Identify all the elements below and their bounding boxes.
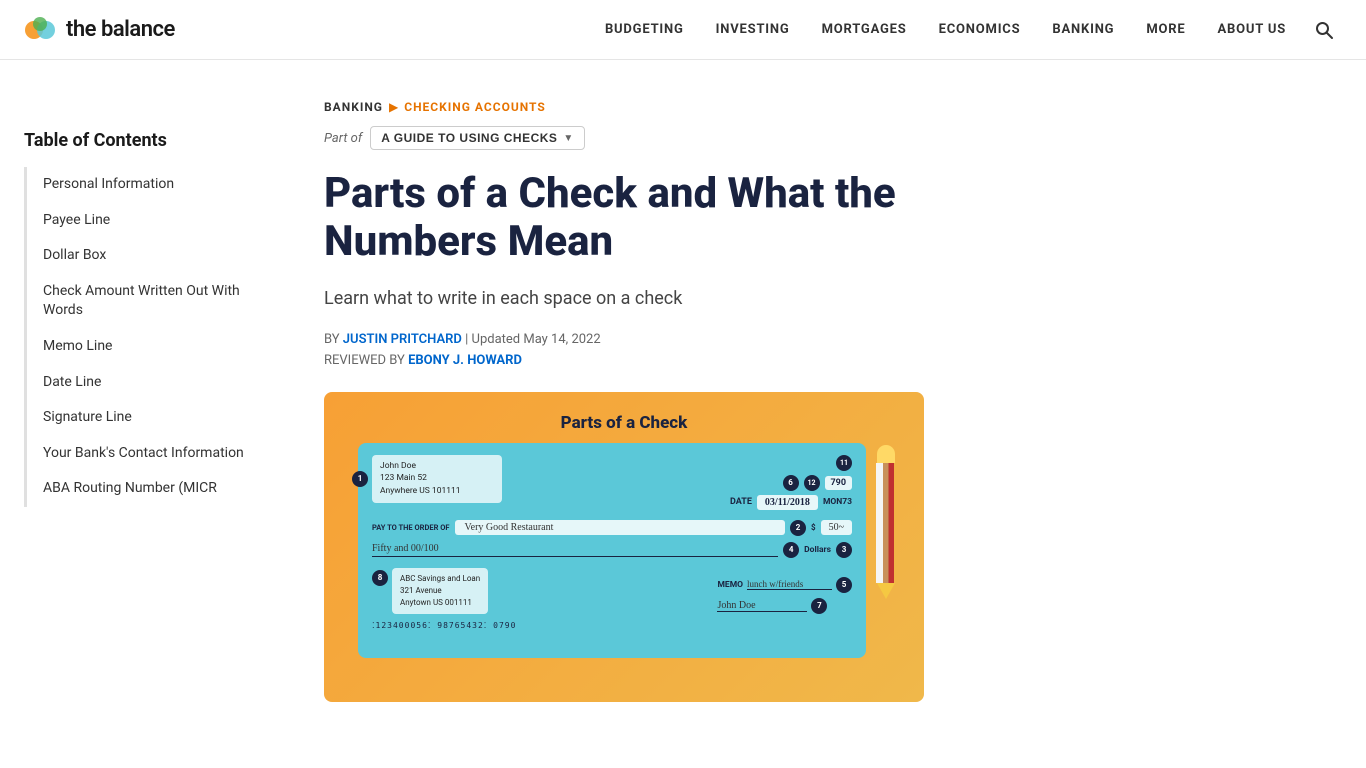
check-num-5: 5: [836, 577, 852, 593]
byline: BY JUSTIN PRITCHARD | Updated May 14, 20…: [324, 332, 984, 347]
toc-item-amount-words[interactable]: Check Amount Written Out With Words: [27, 274, 252, 329]
site-logo[interactable]: the balance: [24, 14, 175, 46]
toc-link-date[interactable]: Date Line: [43, 373, 252, 393]
reviewed-by-label: REVIEWED BY: [324, 353, 405, 368]
check-words-value: Fifty and 00/100: [372, 543, 778, 557]
nav-banking[interactable]: BANKING: [1040, 14, 1126, 45]
nav-about-us[interactable]: ABOUT US: [1206, 14, 1298, 45]
toc-link-aba[interactable]: ABA Routing Number (MICR: [43, 479, 252, 499]
breadcrumb-checking[interactable]: CHECKING ACCOUNTS: [404, 100, 546, 114]
sidebar: Table of Contents Personal Information P…: [24, 100, 284, 702]
check-payto-value: Very Good Restaurant: [455, 520, 785, 535]
toc-title: Table of Contents: [24, 130, 252, 151]
toc-item-dollar[interactable]: Dollar Box: [27, 238, 252, 274]
by-label: BY: [324, 332, 343, 347]
part-of-guide-button[interactable]: A GUIDE TO USING CHECKS ▼: [370, 126, 585, 150]
article-image: Parts of a Check 1 John Do: [324, 392, 924, 702]
breadcrumb-arrow-icon: ▶: [389, 100, 398, 114]
check-memo-value: lunch w/friends: [747, 579, 832, 590]
reviewer-link[interactable]: EBONY J. HOWARD: [408, 353, 522, 368]
check-number-box: 790: [825, 476, 853, 490]
check-num-4: 4: [783, 542, 799, 558]
check-title: Parts of a Check: [561, 413, 688, 433]
check-dollar-amount: 50~: [821, 520, 852, 535]
toc-item-aba[interactable]: ABA Routing Number (MICR: [27, 471, 252, 507]
nav-mortgages[interactable]: MORTGAGES: [810, 14, 919, 45]
toc-item-payee[interactable]: Payee Line: [27, 203, 252, 239]
check-num-1: 1: [352, 471, 368, 487]
part-of-label: Part of: [324, 131, 362, 146]
breadcrumb: BANKING ▶ CHECKING ACCOUNTS: [324, 100, 984, 114]
toc-list: Personal Information Payee Line Dollar B…: [24, 167, 252, 507]
part-of-row: Part of A GUIDE TO USING CHECKS ▼: [324, 126, 984, 150]
toc-item-bank-contact[interactable]: Your Bank's Contact Information: [27, 436, 252, 472]
pencil-decoration: [876, 445, 896, 620]
chevron-down-icon: ▼: [563, 133, 573, 144]
toc-item-personal[interactable]: Personal Information: [27, 167, 252, 203]
toc-link-personal[interactable]: Personal Information: [43, 175, 252, 195]
article-subtitle: Learn what to write in each space on a c…: [324, 285, 984, 312]
check-address-name: John Doe: [380, 460, 494, 473]
search-icon: [1314, 20, 1334, 40]
check-num-2: 2: [790, 520, 806, 536]
check-memo-label: MEMO: [717, 580, 743, 590]
search-button[interactable]: [1306, 12, 1342, 48]
toc-link-payee[interactable]: Payee Line: [43, 211, 252, 231]
reviewed-by: REVIEWED BY EBONY J. HOWARD: [324, 353, 984, 368]
main-nav: BUDGETING INVESTING MORTGAGES ECONOMICS …: [593, 12, 1342, 48]
site-header: the balance BUDGETING INVESTING MORTGAGE…: [0, 0, 1366, 60]
toc-item-memo[interactable]: Memo Line: [27, 329, 252, 365]
check-bank-name: ABC Savings and Loan: [400, 573, 480, 585]
check-num-6: 6: [783, 475, 799, 491]
check-num-3: 3: [836, 542, 852, 558]
article-main: BANKING ▶ CHECKING ACCOUNTS Part of A GU…: [284, 100, 984, 702]
breadcrumb-banking[interactable]: BANKING: [324, 100, 383, 114]
check-bank-street: 321 Avenue: [400, 585, 480, 597]
site-name: the balance: [66, 17, 175, 42]
check-bank-info: ABC Savings and Loan 321 Avenue Anytown …: [392, 568, 488, 614]
check-num-8: 8: [372, 570, 388, 586]
check-sig-value: John Doe: [717, 600, 807, 612]
toc-item-signature[interactable]: Signature Line: [27, 400, 252, 436]
nav-economics[interactable]: ECONOMICS: [927, 14, 1033, 45]
page-container: Table of Contents Personal Information P…: [0, 60, 1366, 702]
check-dollar-sym: $: [811, 523, 816, 532]
logo-icon: [24, 14, 56, 46]
toc-link-dollar[interactable]: Dollar Box: [43, 246, 252, 266]
check-routing-row: ⁚123400056⁚ 98765432⁚ 0790: [372, 621, 852, 630]
check-date-value: 03/11/2018: [757, 495, 818, 510]
updated-date: Updated May 14, 2022: [472, 332, 601, 347]
nav-more[interactable]: MORE: [1134, 14, 1197, 45]
toc-link-memo[interactable]: Memo Line: [43, 337, 252, 357]
part-of-guide-text: A GUIDE TO USING CHECKS: [381, 131, 557, 145]
check-bank-city: Anytown US 001111: [400, 597, 480, 609]
article-title: Parts of a Check and What the Numbers Me…: [324, 170, 924, 267]
check-payto-label: PAY TO THE ORDER OF: [372, 523, 450, 533]
check-address-box: John Doe 123 Main 52 Anywhere US 101111: [372, 455, 502, 503]
check-num-11: 11: [836, 455, 852, 471]
check-num-7: 7: [811, 598, 827, 614]
check-body: 1 John Doe 123 Main 52 Anywhere US 10111…: [358, 443, 866, 658]
toc-item-date[interactable]: Date Line: [27, 365, 252, 401]
check-num-12: 12: [804, 475, 820, 491]
check-address-street: 123 Main 52: [380, 472, 494, 485]
check-address-city: Anywhere US 101111: [380, 485, 494, 498]
author-link[interactable]: JUSTIN PRITCHARD: [343, 332, 462, 347]
nav-budgeting[interactable]: BUDGETING: [593, 14, 696, 45]
toc-link-amount-words[interactable]: Check Amount Written Out With Words: [43, 282, 252, 321]
check-date-label: DATE: [730, 497, 752, 507]
nav-investing[interactable]: INVESTING: [704, 14, 802, 45]
toc-link-bank-contact[interactable]: Your Bank's Contact Information: [43, 444, 252, 464]
toc-link-signature[interactable]: Signature Line: [43, 408, 252, 428]
check-dollars-label: Dollars: [804, 545, 831, 555]
check-sub-number: MON73: [823, 497, 852, 507]
